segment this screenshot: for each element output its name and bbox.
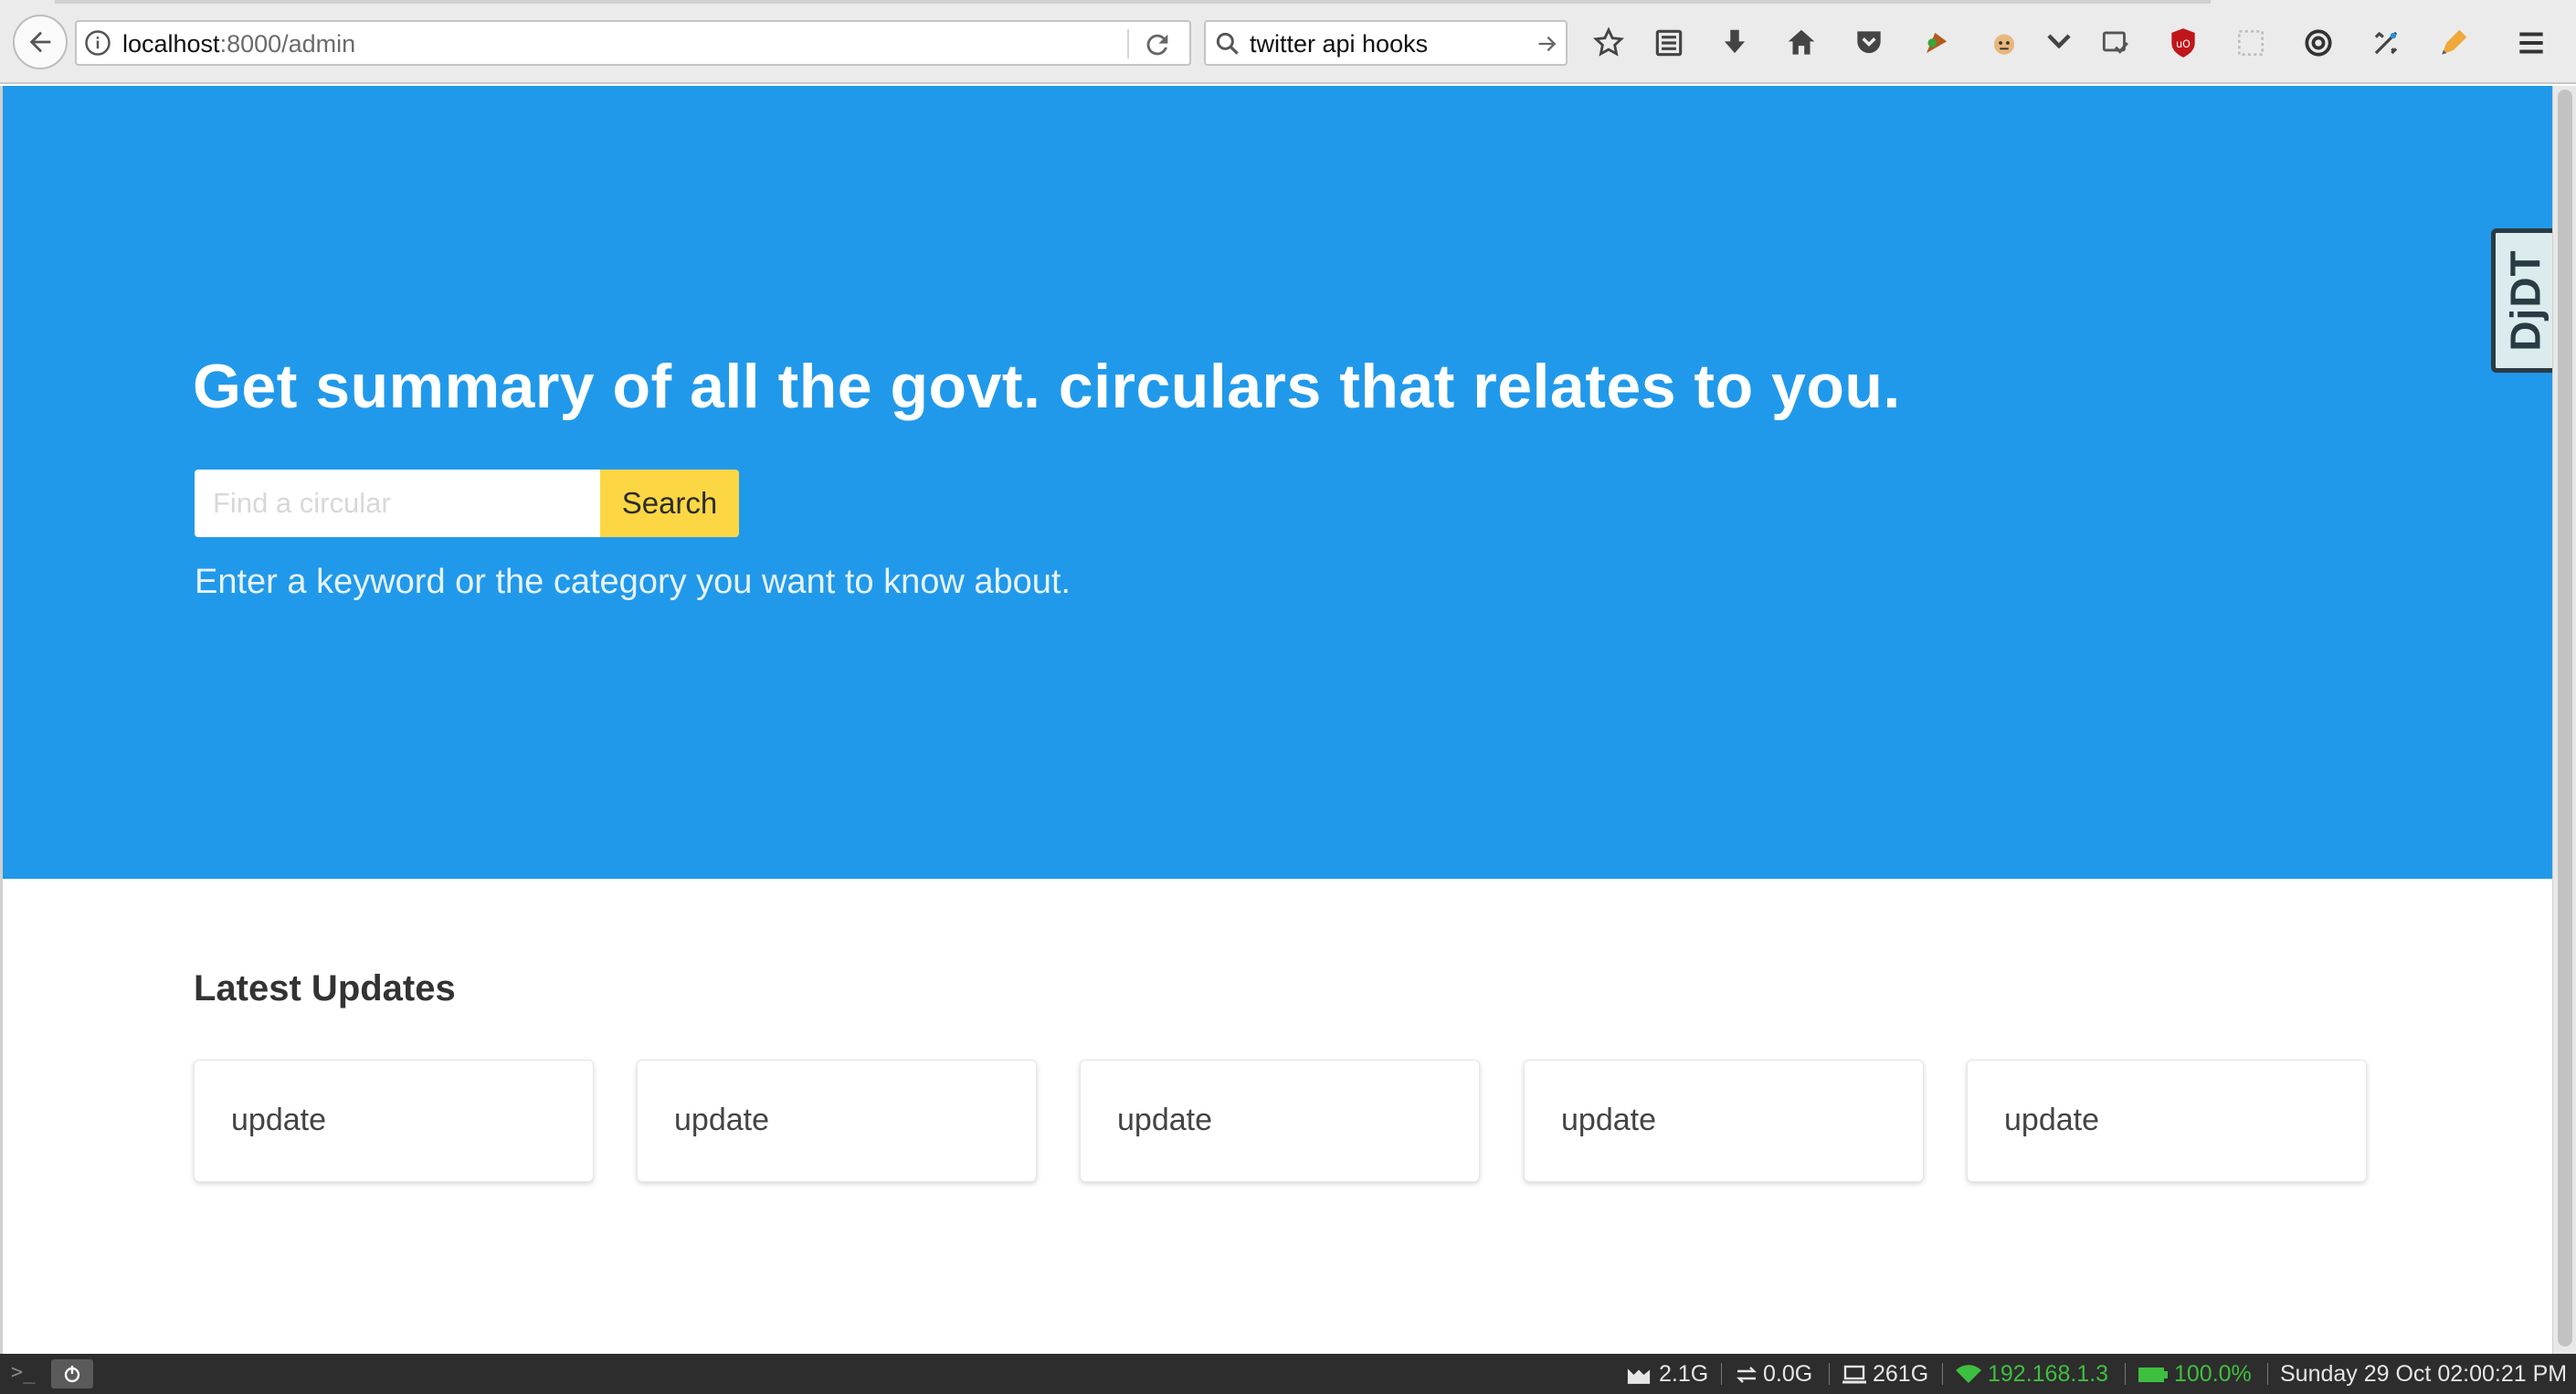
disk-icon: [1842, 1365, 1866, 1384]
url-text[interactable]: localhost:8000/admin: [122, 30, 355, 58]
chevron-down-icon[interactable]: [2040, 24, 2078, 62]
download-icon[interactable]: [1716, 24, 1754, 62]
proxy-icon[interactable]: [2299, 24, 2338, 62]
browser-toolbar: localhost:8000/admin twitter api hooks u…: [0, 0, 2576, 84]
clock: Sunday 29 Oct 02:00:21 PM: [2280, 1361, 2568, 1387]
update-card[interactable]: update: [1967, 1060, 2367, 1182]
battery-icon: [2138, 1368, 2168, 1382]
memory-icon: [1627, 1368, 1651, 1384]
arrow-right-icon[interactable]: [1535, 31, 1560, 57]
swap-status: 0.0G: [1763, 1361, 1813, 1387]
update-card[interactable]: update: [1524, 1060, 1924, 1182]
sync-icon[interactable]: [2096, 24, 2135, 62]
url-separator: [1127, 29, 1129, 58]
update-card-label: update: [2004, 1103, 2099, 1137]
update-card[interactable]: update: [637, 1060, 1037, 1182]
scrollbar-thumb[interactable]: [2558, 90, 2572, 1346]
wifi-icon: [1956, 1365, 1981, 1383]
screenshot-icon[interactable]: [2232, 24, 2270, 62]
ip-status: 192.168.1.3: [1988, 1361, 2109, 1387]
system-taskbar: >_ 2.1G 0.0G 261G 192.168.1.3 100.0% Sun…: [0, 1354, 2576, 1394]
url-path: :8000/admin: [219, 30, 356, 58]
tools-icon[interactable]: [2367, 24, 2405, 62]
reload-icon[interactable]: [1142, 29, 1173, 60]
bookmark-star-icon[interactable]: [1589, 24, 1628, 62]
url-host: localhost: [122, 30, 220, 58]
back-button[interactable]: [13, 15, 68, 69]
terminal-icon[interactable]: >_: [11, 1361, 36, 1384]
djdt-label: DjDT: [2501, 249, 2550, 352]
extension-icon[interactable]: [1917, 24, 1956, 62]
address-bar[interactable]: localhost:8000/admin: [75, 20, 1191, 66]
search-query[interactable]: twitter api hooks: [1250, 30, 1428, 58]
update-card-label: update: [1561, 1103, 1656, 1137]
svg-text:uO: uO: [2176, 38, 2191, 50]
greasemonkey-icon[interactable]: [1985, 24, 2023, 62]
battery-status: 100.0%: [2174, 1361, 2252, 1387]
pocket-icon[interactable]: [1850, 24, 1888, 62]
hamburger-menu-icon[interactable]: [2512, 24, 2550, 62]
updates-list: update update update update update: [194, 1060, 2370, 1184]
search-hint: Enter a keyword or the category you want…: [195, 563, 1071, 601]
disk-status: 261G: [1873, 1361, 1929, 1387]
update-card-label: update: [1117, 1103, 1212, 1137]
memory-status: 2.1G: [1659, 1361, 1709, 1387]
update-card-label: update: [674, 1103, 769, 1137]
reading-list-icon[interactable]: [1650, 24, 1688, 62]
status-divider: [2125, 1363, 2126, 1385]
taskbar-app-button[interactable]: [51, 1359, 93, 1389]
django-debug-toolbar-handle[interactable]: DjDT: [2491, 228, 2555, 373]
update-card[interactable]: update: [194, 1060, 594, 1182]
status-divider: [1829, 1363, 1830, 1385]
power-icon: [64, 1366, 80, 1383]
swap-icon: [1737, 1367, 1757, 1383]
status-divider: [1721, 1363, 1722, 1385]
latest-updates-heading: Latest Updates: [194, 968, 456, 1009]
status-divider: [2267, 1363, 2268, 1385]
info-icon[interactable]: [84, 29, 111, 57]
update-card-label: update: [231, 1103, 326, 1137]
back-arrow-icon: [29, 31, 51, 53]
search-bar[interactable]: twitter api hooks: [1204, 20, 1568, 66]
hero-section: Get summary of all the govt. circulars t…: [3, 86, 2555, 879]
ublock-icon[interactable]: uO: [2164, 24, 2202, 62]
tab-strip-edge: [55, 0, 2211, 4]
page-content: Get summary of all the govt. circulars t…: [0, 86, 2555, 1354]
status-divider: [1942, 1363, 1943, 1385]
search-button[interactable]: Search: [600, 470, 739, 537]
pen-icon[interactable]: [2434, 24, 2473, 62]
hero-title: Get summary of all the govt. circulars t…: [193, 352, 1901, 421]
search-input[interactable]: [195, 470, 600, 537]
update-card[interactable]: update: [1080, 1060, 1480, 1182]
home-icon[interactable]: [1782, 24, 1821, 62]
search-icon: [1216, 32, 1239, 55]
page-scrollbar[interactable]: [2552, 86, 2576, 1354]
